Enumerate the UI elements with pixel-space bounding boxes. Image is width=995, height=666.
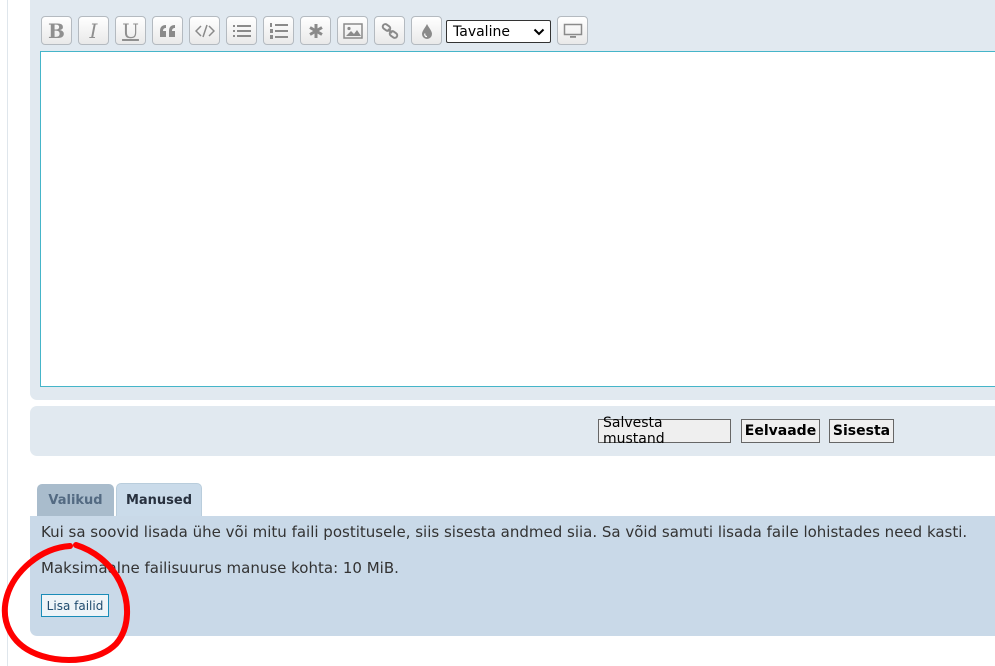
submit-button[interactable]: Sisesta xyxy=(829,419,894,443)
chevron-down-icon xyxy=(533,28,545,36)
link-icon xyxy=(381,22,398,39)
bold-button[interactable]: B xyxy=(41,16,72,45)
preview-button[interactable]: Eelvaade xyxy=(741,419,820,443)
italic-button[interactable]: I xyxy=(78,16,109,45)
font-size-select-value: Tavaline xyxy=(453,23,510,40)
add-files-button[interactable]: Lisa failid xyxy=(41,594,109,617)
special-button[interactable] xyxy=(300,16,331,45)
image-icon xyxy=(342,22,363,39)
code-icon xyxy=(194,24,215,37)
color-drop-icon xyxy=(421,23,432,39)
code-button[interactable] xyxy=(189,16,220,45)
numbered-list-button[interactable] xyxy=(263,16,294,45)
bold-icon: B xyxy=(48,18,65,43)
numbered-list-icon xyxy=(269,22,288,39)
font-size-select[interactable]: Tavaline xyxy=(446,20,551,43)
page: B I U Tavaline Salvesta mustand Eelvaade… xyxy=(0,0,995,666)
quote-button[interactable] xyxy=(152,16,183,45)
asterisk-icon xyxy=(308,23,323,38)
save-draft-button[interactable]: Salvesta mustand xyxy=(598,415,731,447)
tab-options[interactable]: Valikud xyxy=(37,484,114,516)
color-button[interactable] xyxy=(411,16,442,45)
italic-icon: I xyxy=(89,18,98,43)
quote-icon xyxy=(159,24,175,37)
message-textarea[interactable] xyxy=(40,51,995,387)
underline-button[interactable]: U xyxy=(115,16,146,45)
attachments-intro-text: Kui sa soovid lisada ühe või mitu faili … xyxy=(41,523,968,541)
max-file-size-text: Maksimaalne failisuurus manuse kohta: 10… xyxy=(41,559,399,577)
link-button[interactable] xyxy=(374,16,405,45)
bullet-list-icon xyxy=(232,24,251,37)
toggle-view-button[interactable] xyxy=(557,16,588,45)
underline-icon: U xyxy=(122,18,139,43)
page-border xyxy=(7,0,8,666)
monitor-icon xyxy=(563,23,582,38)
tab-attachments[interactable]: Manused xyxy=(116,483,202,516)
bullet-list-button[interactable] xyxy=(226,16,257,45)
image-button[interactable] xyxy=(337,16,368,45)
